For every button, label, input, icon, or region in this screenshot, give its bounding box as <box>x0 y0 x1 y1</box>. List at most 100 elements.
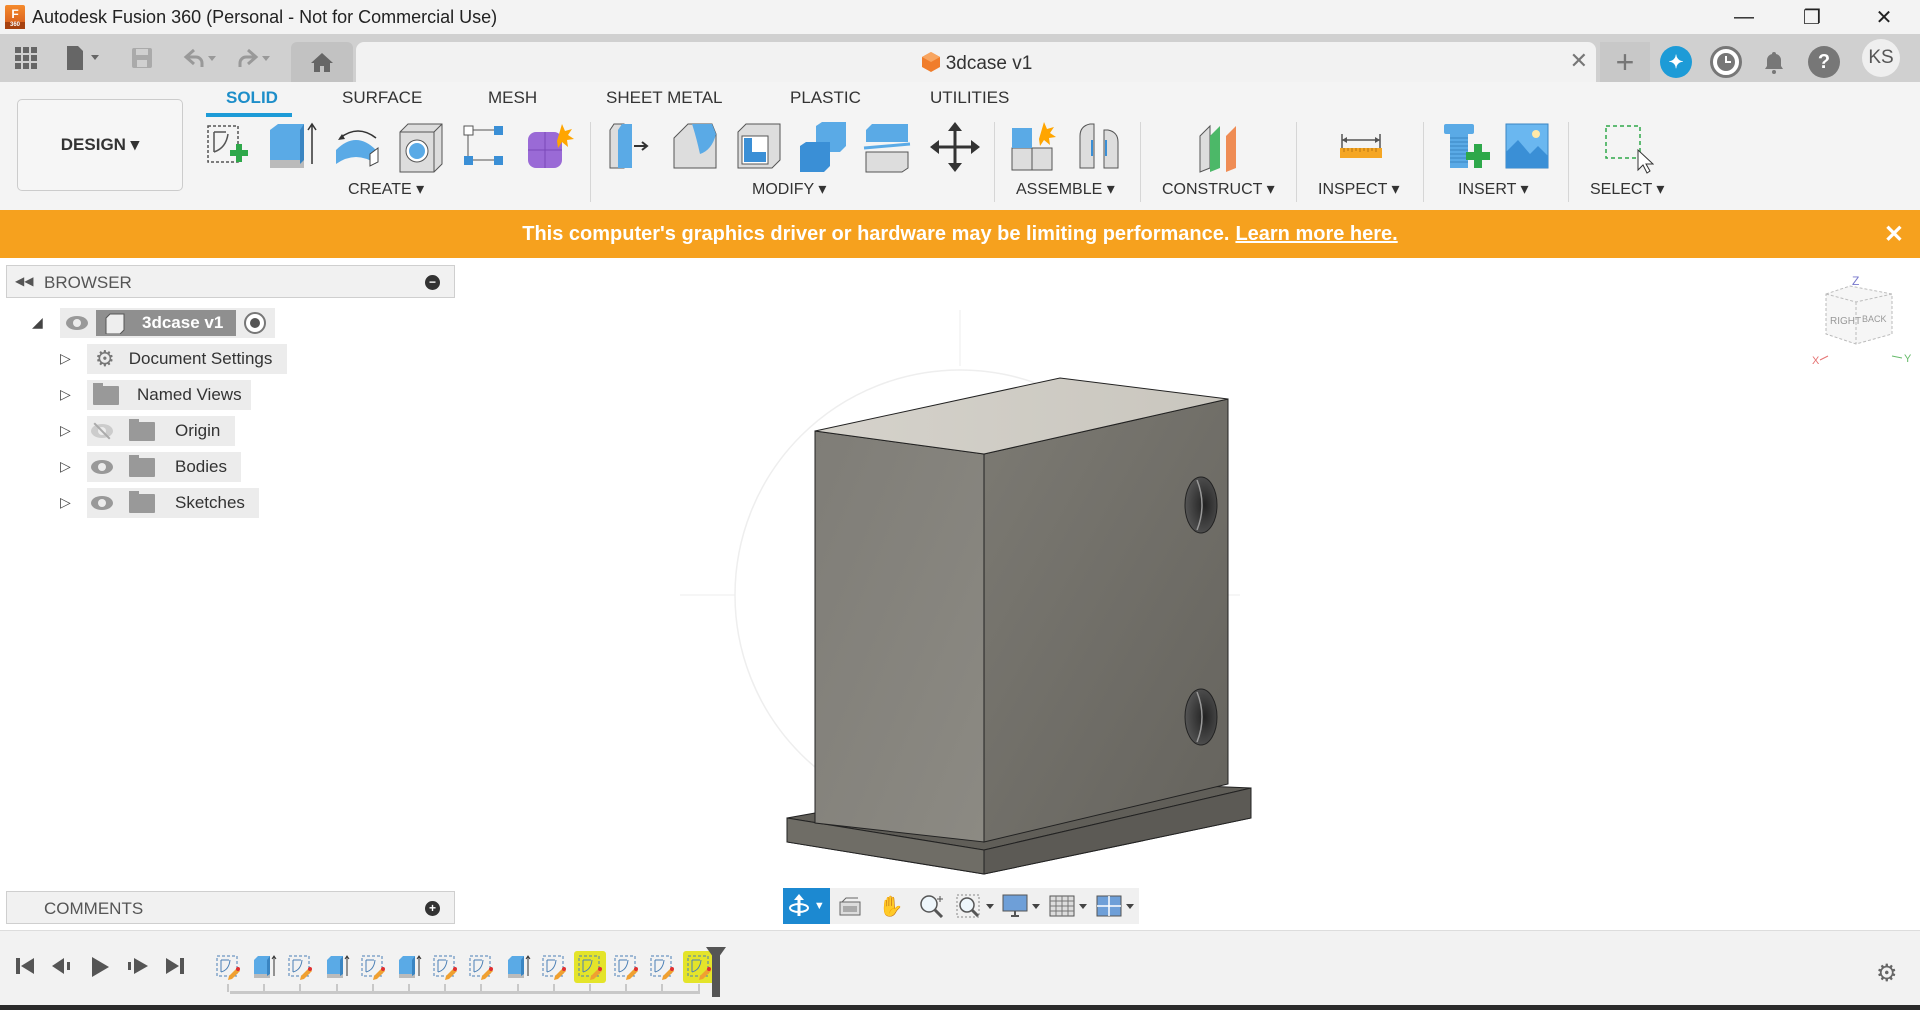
activate-component-radio[interactable] <box>244 312 266 334</box>
fillet-icon[interactable] <box>668 120 722 174</box>
assemble-group-label[interactable]: ASSEMBLE ▾ <box>1016 179 1115 199</box>
orbit-dropdown-icon[interactable]: ▼ <box>814 900 825 912</box>
expand-arrow-icon[interactable]: ▷ <box>60 458 71 475</box>
timeline-item-extrude[interactable] <box>393 951 425 983</box>
pattern-icon[interactable] <box>458 120 512 174</box>
extensions-icon[interactable]: ✦ <box>1660 46 1692 78</box>
viewcube-back-face[interactable]: BACK <box>1862 314 1887 324</box>
construct-group-label[interactable]: CONSTRUCT ▾ <box>1162 179 1275 199</box>
inspect-group-label[interactable]: INSPECT ▾ <box>1318 179 1400 199</box>
help-icon[interactable]: ? <box>1808 46 1840 78</box>
shell-icon[interactable] <box>732 120 786 174</box>
timeline-item-sketch[interactable] <box>212 951 244 983</box>
timeline-item-sketch[interactable] <box>646 951 678 983</box>
tree-root-item[interactable]: 3dcase v1 <box>60 308 275 338</box>
fit-icon[interactable] <box>953 888 1000 924</box>
play-button[interactable] <box>90 956 110 984</box>
tree-item-origin[interactable]: Origin <box>87 416 235 446</box>
tab-surface[interactable]: SURFACE <box>342 88 422 108</box>
minimize-button[interactable]: — <box>1716 0 1772 34</box>
timeline-settings-icon[interactable]: ⚙ <box>1876 959 1898 988</box>
tree-item-bodies[interactable]: Bodies <box>87 452 241 482</box>
tab-utilities[interactable]: UTILITIES <box>930 88 1009 108</box>
visibility-eye-icon[interactable] <box>91 460 113 474</box>
create-sketch-icon[interactable] <box>200 120 254 174</box>
learn-more-link[interactable]: Learn more here. <box>1235 223 1397 246</box>
timeline-item-sketch[interactable] <box>429 951 461 983</box>
visibility-eye-icon[interactable] <box>66 316 88 330</box>
browser-panel-header[interactable]: ◀◀ BROWSER − <box>6 265 455 298</box>
viewcube[interactable]: RIGHT BACK Z X Y <box>1808 272 1918 372</box>
close-window-button[interactable]: ✕ <box>1856 0 1912 34</box>
measure-icon[interactable] <box>1334 120 1388 174</box>
workspace-selector[interactable]: DESIGN ▾ <box>17 99 183 191</box>
insert-group-label[interactable]: INSERT ▾ <box>1458 179 1529 199</box>
pan-icon[interactable]: ✋ <box>871 888 912 924</box>
undo-icon[interactable] <box>178 42 220 74</box>
modify-group-label[interactable]: MODIFY ▾ <box>752 179 826 199</box>
visibility-eye-icon[interactable] <box>91 496 113 510</box>
revolve-icon[interactable] <box>330 120 384 174</box>
zoom-icon[interactable] <box>912 888 953 924</box>
browser-minimize-icon[interactable]: − <box>425 275 440 290</box>
hidden-eye-icon[interactable] <box>91 422 115 440</box>
restore-button[interactable]: ❐ <box>1784 0 1840 34</box>
hole-icon[interactable] <box>394 120 448 174</box>
tab-plastic[interactable]: PLASTIC <box>790 88 861 108</box>
tree-item-document-settings[interactable]: ⚙ Document Settings <box>87 344 287 374</box>
model-canvas[interactable] <box>0 258 1920 928</box>
user-avatar[interactable]: KS <box>1862 39 1900 77</box>
expand-arrow-icon[interactable]: ◢ <box>32 314 43 331</box>
apps-grid-icon[interactable] <box>12 42 40 74</box>
move-copy-icon[interactable] <box>928 120 982 174</box>
insert-canvas-icon[interactable] <box>1502 120 1556 174</box>
orbit-button[interactable]: ▼ <box>783 888 830 924</box>
timeline-marker[interactable] <box>706 947 726 997</box>
display-settings-icon[interactable] <box>999 888 1046 924</box>
timeline-item-extrude[interactable] <box>248 951 280 983</box>
timeline-item-extrude[interactable] <box>502 951 534 983</box>
step-forward-button[interactable] <box>126 956 150 982</box>
insert-mcmaster-carr-icon[interactable] <box>1440 120 1494 174</box>
create-group-label[interactable]: CREATE ▾ <box>348 179 424 199</box>
file-menu-icon[interactable] <box>62 42 104 74</box>
new-component-icon[interactable] <box>1008 120 1062 174</box>
press-pull-icon[interactable] <box>604 120 658 174</box>
case-body[interactable] <box>786 377 1252 875</box>
add-comment-icon[interactable]: + <box>425 901 440 916</box>
select-icon[interactable] <box>1600 120 1654 174</box>
split-body-icon[interactable] <box>860 120 914 174</box>
expand-arrow-icon[interactable]: ▷ <box>60 386 71 403</box>
combine-icon[interactable] <box>796 120 850 174</box>
extrude-icon[interactable] <box>266 120 320 174</box>
offset-plane-icon[interactable] <box>1194 120 1248 174</box>
close-tab-button[interactable]: ✕ <box>1570 48 1588 74</box>
expand-arrow-icon[interactable]: ▷ <box>60 350 71 367</box>
3d-viewport[interactable]: RIGHT BACK Z X Y <box>0 258 1920 928</box>
save-icon[interactable] <box>128 42 156 74</box>
redo-icon[interactable] <box>232 42 274 74</box>
job-status-icon[interactable] <box>1710 46 1742 78</box>
viewcube-right-face[interactable]: RIGHT <box>1830 316 1861 327</box>
tree-item-sketches[interactable]: Sketches <box>87 488 259 518</box>
grid-settings-icon[interactable] <box>1046 888 1093 924</box>
joint-icon[interactable] <box>1072 120 1126 174</box>
notifications-icon[interactable] <box>1758 46 1790 78</box>
comments-panel-header[interactable]: COMMENTS + <box>6 891 455 924</box>
step-back-button[interactable] <box>50 956 74 982</box>
select-group-label[interactable]: SELECT ▾ <box>1590 179 1664 199</box>
document-tab[interactable]: 3dcase v1 ✕ <box>356 42 1596 82</box>
timeline-item-sketch[interactable] <box>538 951 570 983</box>
timeline-item-sketch[interactable] <box>574 951 606 983</box>
tab-solid[interactable]: SOLID <box>226 88 278 108</box>
tab-mesh[interactable]: MESH <box>488 88 537 108</box>
go-to-end-button[interactable] <box>164 956 186 982</box>
go-to-start-button[interactable] <box>14 956 36 982</box>
timeline-item-sketch[interactable] <box>610 951 642 983</box>
viewports-icon[interactable] <box>1092 888 1139 924</box>
banner-close-button[interactable]: ✕ <box>1884 220 1904 249</box>
expand-arrow-icon[interactable]: ▷ <box>60 494 71 511</box>
new-tab-button[interactable]: + <box>1600 42 1650 82</box>
tab-sheet-metal[interactable]: SHEET METAL <box>606 88 723 108</box>
timeline-item-sketch[interactable] <box>357 951 389 983</box>
